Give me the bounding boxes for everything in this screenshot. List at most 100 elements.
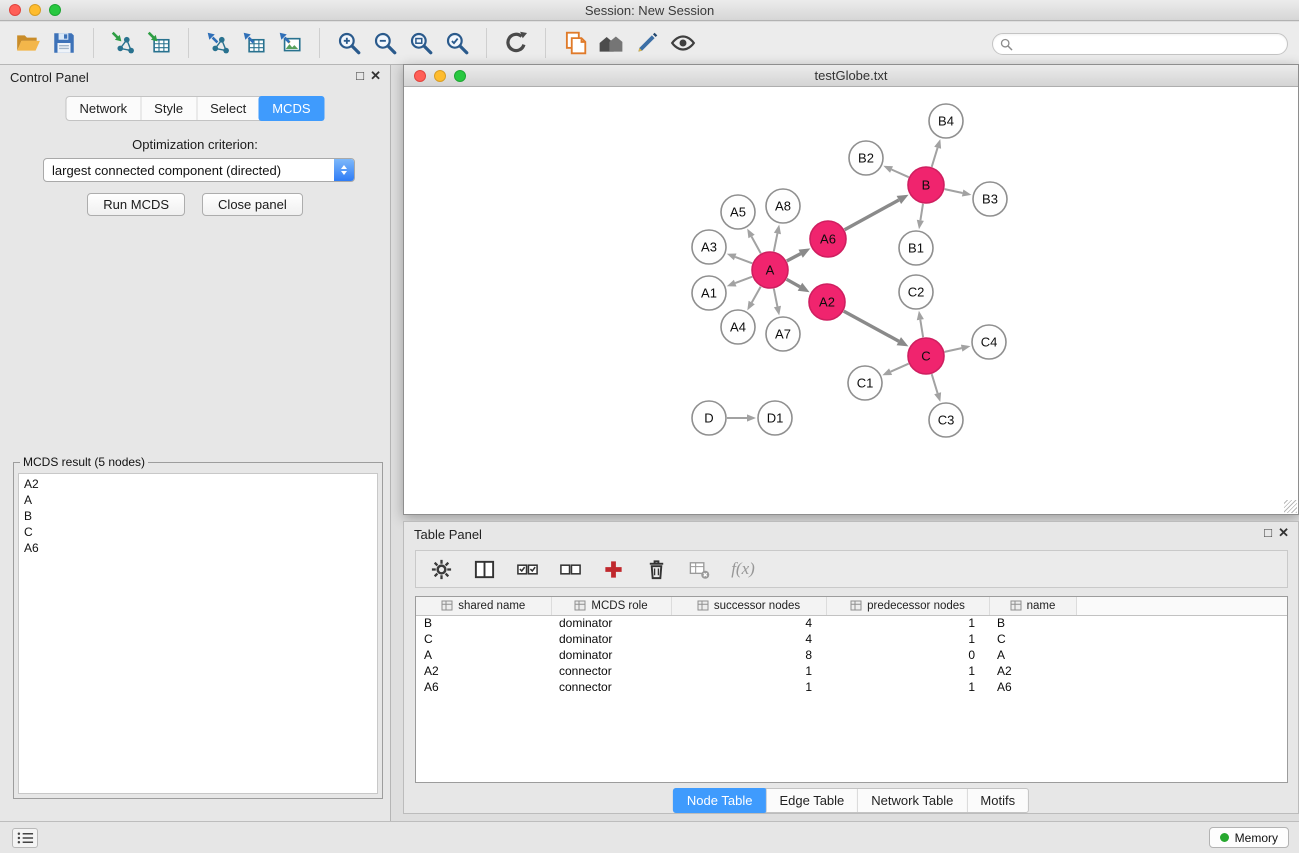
table-float-panel-icon[interactable]: □	[1264, 526, 1272, 540]
network-close-button[interactable]	[414, 70, 426, 82]
network-edge-B-B3[interactable]	[945, 189, 972, 196]
network-node-A6[interactable]: A6	[810, 221, 846, 257]
network-node-A5[interactable]: A5	[721, 195, 755, 229]
network-node-C4[interactable]: C4	[972, 325, 1006, 359]
brush-icon[interactable]	[629, 26, 665, 60]
network-minimize-button[interactable]	[434, 70, 446, 82]
network-edge-C-C2[interactable]	[917, 311, 924, 337]
table-row[interactable]: A2connector11A2	[416, 663, 1287, 679]
network-node-C3[interactable]: C3	[929, 403, 963, 437]
network-node-A[interactable]: A	[752, 252, 788, 288]
mcds-result-item[interactable]: A2	[19, 476, 377, 492]
network-edge-A-A3[interactable]	[727, 254, 752, 264]
optimization-criterion-dropdown[interactable]: largest connected component (directed)	[43, 158, 355, 182]
column-header-mcds-role[interactable]: MCDS role	[551, 597, 671, 615]
home-icon[interactable]	[593, 26, 629, 60]
import-network-icon[interactable]	[105, 26, 141, 60]
network-node-A8[interactable]: A8	[766, 189, 800, 223]
network-node-D[interactable]: D	[692, 401, 726, 435]
table-row[interactable]: Bdominator41B	[416, 615, 1287, 631]
tab-select[interactable]: Select	[196, 97, 259, 120]
network-node-B3[interactable]: B3	[973, 182, 1007, 216]
tab-mcds[interactable]: MCDS	[258, 96, 324, 121]
network-maximize-button[interactable]	[454, 70, 466, 82]
network-edge-A-A2[interactable]	[787, 279, 810, 292]
columns-icon[interactable]	[471, 556, 497, 582]
zoom-fit-icon[interactable]	[403, 26, 439, 60]
network-node-C2[interactable]: C2	[899, 275, 933, 309]
table-row[interactable]: Adominator80A	[416, 647, 1287, 663]
table-row[interactable]: Cdominator41C	[416, 631, 1287, 647]
zoom-in-icon[interactable]	[331, 26, 367, 60]
mcds-result-item[interactable]: C	[19, 524, 377, 540]
table-close-panel-icon[interactable]: ✕	[1278, 526, 1289, 540]
delete-row-icon[interactable]	[643, 556, 669, 582]
network-edge-C-C3[interactable]	[932, 374, 941, 402]
network-node-B[interactable]: B	[908, 167, 944, 203]
float-panel-icon[interactable]: □	[356, 69, 364, 83]
export-table-icon[interactable]	[236, 26, 272, 60]
function-builder-icon[interactable]: f(x)	[729, 556, 755, 582]
network-node-B2[interactable]: B2	[849, 141, 883, 175]
network-edge-B-B4[interactable]	[932, 139, 941, 167]
column-header-name[interactable]: name	[989, 597, 1076, 615]
mcds-result-item[interactable]: A6	[19, 540, 377, 556]
search-input[interactable]	[1018, 37, 1280, 51]
network-edge-D-D1[interactable]	[727, 414, 756, 421]
export-image-icon[interactable]	[272, 26, 308, 60]
network-node-D1[interactable]: D1	[758, 401, 792, 435]
network-edge-A-A6[interactable]	[787, 248, 811, 261]
gear-icon[interactable]	[428, 556, 454, 582]
network-edge-A6-B[interactable]	[845, 195, 909, 230]
network-edge-A2-C[interactable]	[844, 311, 909, 346]
tab-style[interactable]: Style	[140, 97, 196, 120]
tab-network[interactable]: Network	[66, 97, 140, 120]
network-node-A1[interactable]: A1	[692, 276, 726, 310]
select-all-icon[interactable]	[514, 556, 540, 582]
tab-node-table[interactable]: Node Table	[673, 788, 767, 813]
column-header-shared-name[interactable]: shared name	[416, 597, 551, 615]
export-network-icon[interactable]	[200, 26, 236, 60]
network-edge-C-C1[interactable]	[882, 364, 908, 376]
tab-edge-table[interactable]: Edge Table	[765, 789, 857, 812]
save-icon[interactable]	[46, 26, 82, 60]
search-box[interactable]	[992, 33, 1288, 55]
network-node-A7[interactable]: A7	[766, 317, 800, 351]
network-edge-A-A5[interactable]	[747, 229, 761, 254]
eye-icon[interactable]	[665, 26, 701, 60]
memory-button[interactable]: Memory	[1209, 827, 1289, 848]
close-panel-button[interactable]: Close panel	[202, 193, 303, 216]
apply-layout-icon[interactable]	[498, 26, 534, 60]
run-mcds-button[interactable]: Run MCDS	[87, 193, 185, 216]
network-edge-A-A1[interactable]	[727, 277, 752, 287]
network-edge-A-A8[interactable]	[774, 225, 781, 252]
network-node-B4[interactable]: B4	[929, 104, 963, 138]
tab-network-table[interactable]: Network Table	[857, 789, 966, 812]
network-view[interactable]: B4 B2 B B3 A5 A8 A6 B1 A3 A C2 A1 A2 A4 A7 C4 C C1 C3 D D1	[404, 87, 1298, 514]
minimize-window-button[interactable]	[29, 4, 41, 16]
close-window-button[interactable]	[9, 4, 21, 16]
network-canvas[interactable]: B4 B2 B B3 A5 A8 A6 B1 A3 A C2 A1 A2 A4 A7 C4 C C1 C3 D D1	[404, 87, 1298, 514]
network-edge-C-C4[interactable]	[945, 345, 971, 352]
add-row-icon[interactable]	[600, 556, 626, 582]
network-node-A3[interactable]: A3	[692, 230, 726, 264]
mcds-result-list[interactable]: A2ABCA6	[18, 473, 378, 794]
network-edge-A-A7[interactable]	[774, 289, 781, 316]
copy-document-icon[interactable]	[557, 26, 593, 60]
mcds-result-item[interactable]: B	[19, 508, 377, 524]
network-node-A2[interactable]: A2	[809, 284, 845, 320]
table-row[interactable]: A6connector11A6	[416, 679, 1287, 695]
column-header-predecessor-nodes[interactable]: predecessor nodes	[826, 597, 989, 615]
open-folder-icon[interactable]	[10, 26, 46, 60]
mcds-result-item[interactable]: A	[19, 492, 377, 508]
maximize-window-button[interactable]	[49, 4, 61, 16]
network-node-C1[interactable]: C1	[848, 366, 882, 400]
delete-table-icon[interactable]	[686, 556, 712, 582]
resize-grip[interactable]	[1284, 500, 1297, 513]
close-panel-icon[interactable]: ✕	[370, 69, 381, 83]
network-node-A4[interactable]: A4	[721, 310, 755, 344]
network-node-C[interactable]: C	[908, 338, 944, 374]
network-node-B1[interactable]: B1	[899, 231, 933, 265]
zoom-out-icon[interactable]	[367, 26, 403, 60]
network-edge-B-B1[interactable]	[917, 204, 924, 229]
